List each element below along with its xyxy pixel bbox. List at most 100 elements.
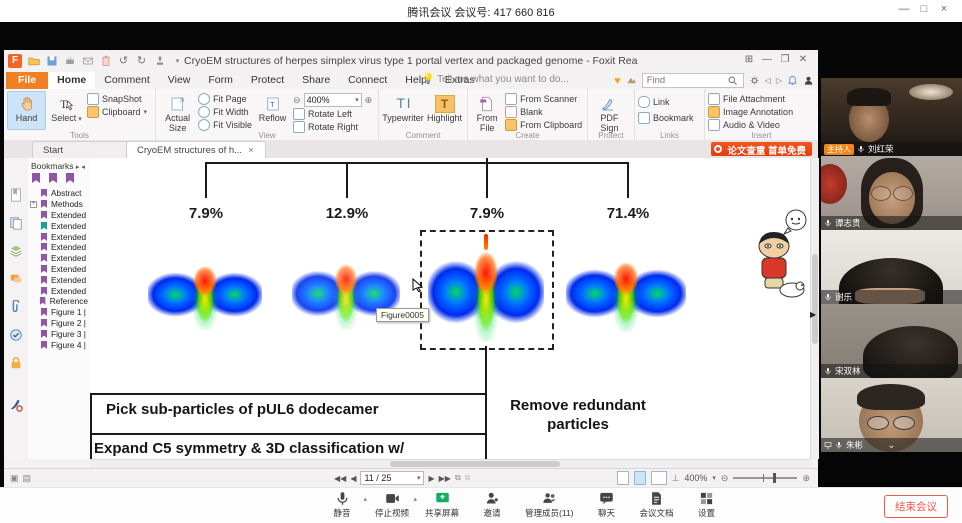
participant-tile[interactable]: 谢乐 <box>821 230 962 304</box>
status-zoom-out-icon[interactable]: ⊖ <box>721 473 729 484</box>
tab-home[interactable]: Home <box>48 72 95 89</box>
search-icon[interactable] <box>727 75 738 86</box>
pages-panel-icon[interactable] <box>9 216 23 230</box>
print-icon[interactable] <box>63 55 76 68</box>
bookmark-item[interactable]: Extended <box>30 220 88 231</box>
comments-panel-icon[interactable] <box>9 272 23 286</box>
share-screen-button[interactable]: 共享屏幕 <box>425 491 459 519</box>
foxit-minimize-icon[interactable]: — <box>758 54 776 65</box>
read-mode-icon[interactable] <box>626 75 637 86</box>
tab-file[interactable]: File <box>6 72 48 89</box>
bookmark-item[interactable]: Extended <box>30 274 88 285</box>
stop-video-button[interactable]: ▴ 停止视频 <box>375 491 409 519</box>
nav-back-icon[interactable]: ◁ <box>765 76 771 86</box>
fit-mode-icon[interactable]: ⊥ <box>672 473 680 484</box>
participant-tile[interactable]: 宋双林 <box>821 304 962 378</box>
status-zoom-in-icon[interactable]: ⊕ <box>802 473 810 484</box>
zoom-dropdown-icon[interactable]: ▾ <box>712 474 716 482</box>
bookmark-item[interactable]: Extended <box>30 264 88 275</box>
tab-comment[interactable]: Comment <box>95 72 159 89</box>
participant-tile[interactable]: 朱彬 ⌄ <box>821 378 962 452</box>
paste-icon[interactable] <box>99 55 112 68</box>
foxit-restore-icon[interactable]: ❐ <box>776 54 794 65</box>
find-input[interactable] <box>645 74 725 87</box>
nav-forward-icon[interactable]: ▷ <box>776 76 782 86</box>
hand-tool-button[interactable]: Hand <box>7 91 46 130</box>
participant-tile[interactable]: 谭志贵 <box>821 156 962 230</box>
bookmark-item[interactable]: +Methods <box>30 199 88 210</box>
email-icon[interactable] <box>81 55 94 68</box>
bookmark-item[interactable]: Figure 3 | <box>30 328 88 339</box>
undo-icon[interactable]: ↺ <box>117 55 130 68</box>
promo-badge[interactable]: 论文查重 首单免费 <box>711 142 812 156</box>
bookmark-item[interactable]: Extended <box>30 285 88 296</box>
page-number-box[interactable]: 11 / 25▾ <box>360 471 424 485</box>
invite-button[interactable]: 邀请 <box>475 491 509 519</box>
pdf-sign-button[interactable]: PDF Sign <box>591 91 628 130</box>
stamp-tool-icon[interactable] <box>153 55 166 68</box>
first-page-icon[interactable]: ◀◀ <box>334 474 346 483</box>
bookmark-item[interactable]: Abstract <box>30 188 88 199</box>
fit-visible-button[interactable]: Fit Visible <box>198 119 252 131</box>
end-meeting-button[interactable]: 结束会议 <box>884 495 948 518</box>
participant-tile[interactable]: 主持人 刘红荣 <box>821 78 962 156</box>
foxit-logo-icon[interactable]: F <box>8 54 22 68</box>
next-view-icon[interactable]: ⧉ <box>465 473 471 483</box>
tab-form[interactable]: Form <box>199 72 242 89</box>
maximize-icon[interactable]: □ <box>914 3 934 15</box>
lock-icon[interactable] <box>9 356 23 370</box>
mute-button[interactable]: ▴ 静音 <box>325 491 359 519</box>
bookmark-item[interactable]: Figure 2 | <box>30 318 88 329</box>
bookmark-item[interactable]: Figure 4 | <box>30 339 88 350</box>
prev-view-icon[interactable]: ⧉ <box>455 473 461 483</box>
actual-size-button[interactable]: Actual Size <box>159 91 196 130</box>
fit-width-button[interactable]: Fit Width <box>198 106 252 118</box>
vertical-scrollbar[interactable]: ▶ <box>810 158 819 459</box>
signature-panel-icon[interactable] <box>9 398 23 412</box>
image-annotation-button[interactable]: Image Annotation <box>708 106 793 118</box>
foxit-close-icon[interactable]: ✕ <box>794 54 812 65</box>
collapse-chevron-icon[interactable]: ⌄ <box>887 440 895 451</box>
redo-icon[interactable]: ↻ <box>135 55 148 68</box>
zoom-slider[interactable] <box>733 477 797 479</box>
video-caret-icon[interactable]: ▴ <box>414 495 418 503</box>
from-clipboard-button[interactable]: From Clipboard <box>505 119 582 131</box>
vertical-scrollbar-thumb[interactable] <box>812 254 818 344</box>
tell-me-box[interactable]: 💡 Tell me what you want to do... <box>422 74 569 85</box>
attachments-panel-icon[interactable] <box>9 300 23 314</box>
qat-dropdown-icon[interactable]: ▾ <box>171 55 184 68</box>
highlight-button[interactable]: T Highlight <box>426 91 463 130</box>
zoom-level-select[interactable]: 400%▾ <box>304 93 362 107</box>
close-icon[interactable]: × <box>934 3 954 15</box>
select-tool-button[interactable]: T Select ▾ <box>48 91 85 130</box>
continuous-view-icon[interactable] <box>634 471 646 485</box>
zoom-slider-thumb[interactable] <box>773 473 776 483</box>
meeting-docs-button[interactable]: 会议文档 <box>640 491 674 519</box>
bookmark-tool-icon-3[interactable] <box>66 173 74 183</box>
open-icon[interactable] <box>27 55 40 68</box>
notification-bell-icon[interactable] <box>787 75 798 86</box>
manage-members-button[interactable]: 管理成员(11) <box>525 491 574 519</box>
last-page-icon[interactable]: ▶▶ <box>439 474 451 483</box>
bookmark-item[interactable]: Extended <box>30 231 88 242</box>
settings-gear-icon[interactable] <box>749 75 760 86</box>
bookmark-item[interactable]: Extended <box>30 242 88 253</box>
panel-collapse-arrow-icon[interactable]: ▶ <box>810 310 816 319</box>
favorites-heart-icon[interactable]: ♥ <box>614 75 621 87</box>
pdf-page[interactable]: 7.9% 12.9% 7.9% 71.4% Figure0005 <box>90 158 810 459</box>
blank-button[interactable]: Blank <box>505 106 582 118</box>
layers-panel-icon[interactable] <box>9 244 23 258</box>
from-file-button[interactable]: From File <box>471 91 503 130</box>
tab-protect[interactable]: Protect <box>242 72 293 89</box>
snapshot-button[interactable]: SnapShot <box>87 93 147 105</box>
single-page-view-icon[interactable] <box>617 471 629 485</box>
bookmarks-expand-icon[interactable]: ▸ ◂ <box>76 164 85 171</box>
bookmark-tool-icon-2[interactable] <box>49 173 57 183</box>
tab-share[interactable]: Share <box>293 72 339 89</box>
typewriter-button[interactable]: T I Typewriter <box>382 91 424 130</box>
tab-connect[interactable]: Connect <box>339 72 396 89</box>
account-avatar-icon[interactable] <box>803 75 814 86</box>
file-attachment-button[interactable]: File Attachment <box>708 93 793 105</box>
bookmark-item[interactable]: Extended <box>30 210 88 221</box>
foxit-views-icon[interactable]: ⊞ <box>740 54 758 65</box>
